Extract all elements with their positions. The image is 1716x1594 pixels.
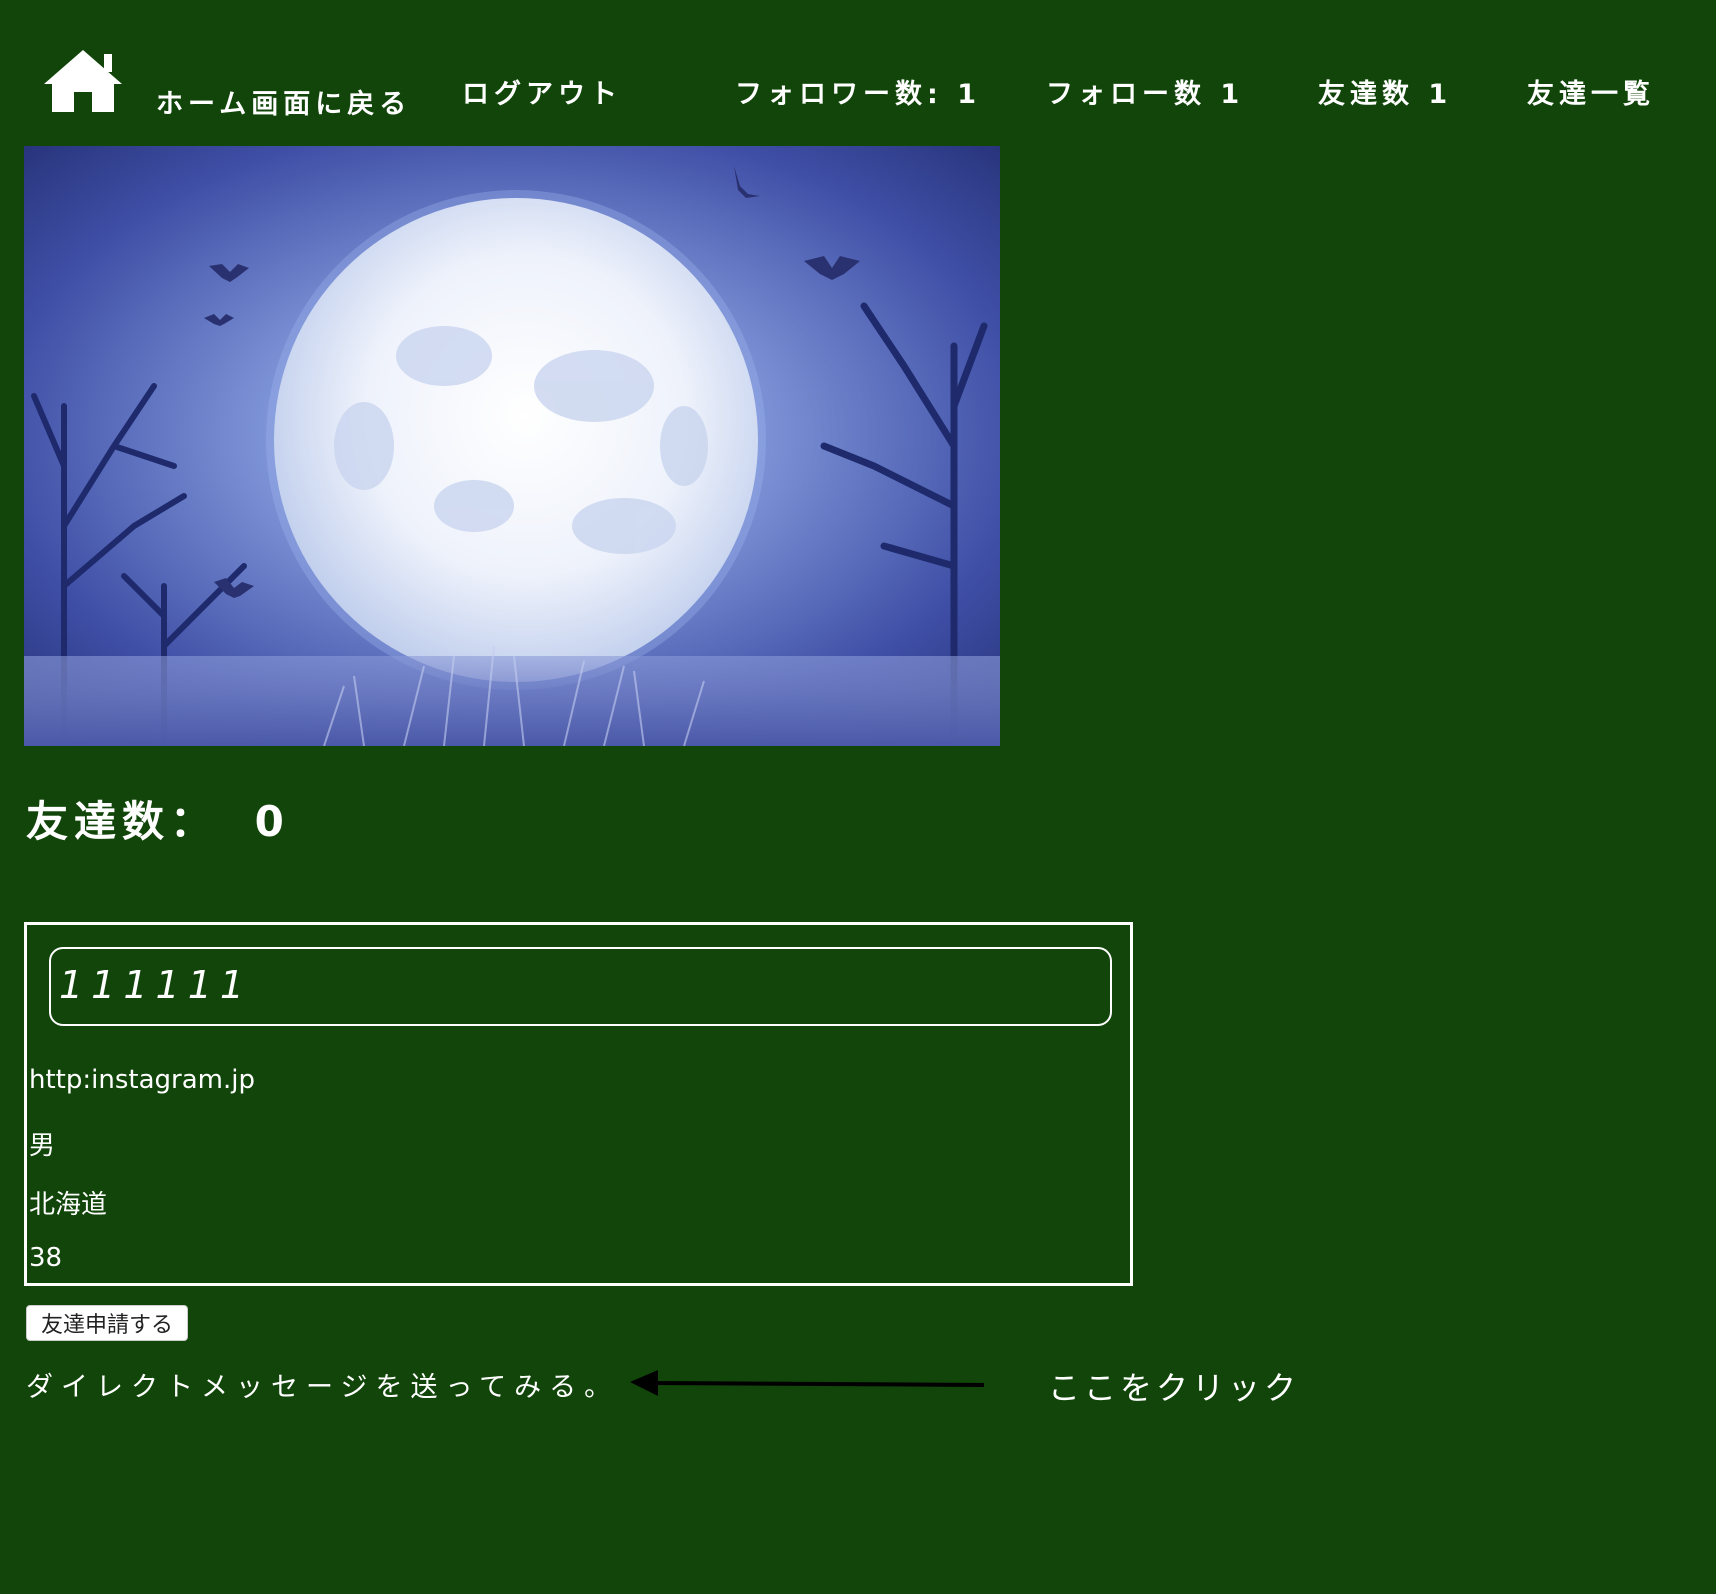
friend-request-button[interactable]: 友達申請する bbox=[26, 1305, 189, 1341]
top-nav: ホーム画面に戻る ログアウト フォロワー数: 1 フォロー数 1 友達数 1 友… bbox=[0, 0, 1716, 140]
nav-following-link[interactable]: フォロー数 1 bbox=[1046, 72, 1244, 111]
click-hint-text: ここをクリック bbox=[1048, 1369, 1301, 1407]
nav-friends-count-link[interactable]: 友達数 1 bbox=[1318, 72, 1452, 111]
profile-name-box: 111111 bbox=[49, 947, 1112, 1026]
friends-count: 友達数： 0 bbox=[26, 788, 290, 849]
profile-prefecture: 北海道 bbox=[29, 1190, 108, 1220]
profile-name: 111111 bbox=[59, 963, 253, 1007]
arrow-left-icon bbox=[630, 1370, 985, 1396]
profile-age: 38 bbox=[29, 1243, 63, 1273]
profile-card: 111111 http:instagram.jp 男 北海道 38 bbox=[24, 922, 1133, 1286]
nav-friends-list-link[interactable]: 友達一覧 bbox=[1527, 72, 1655, 111]
direct-message-link[interactable]: ダイレクトメッセージを送ってみる。 bbox=[26, 1365, 619, 1404]
friends-count-value: 0 bbox=[254, 797, 290, 846]
profile-gender: 男 bbox=[29, 1131, 56, 1161]
home-icon[interactable] bbox=[42, 48, 124, 114]
moon-night-image bbox=[24, 146, 1000, 746]
profile-url: http:instagram.jp bbox=[29, 1065, 255, 1095]
nav-logout-link[interactable]: ログアウト bbox=[462, 72, 622, 111]
nav-followers-link[interactable]: フォロワー数: 1 bbox=[735, 72, 981, 111]
nav-home-link[interactable]: ホーム画面に戻る bbox=[156, 82, 411, 121]
friends-count-label: 友達数： bbox=[26, 797, 219, 846]
